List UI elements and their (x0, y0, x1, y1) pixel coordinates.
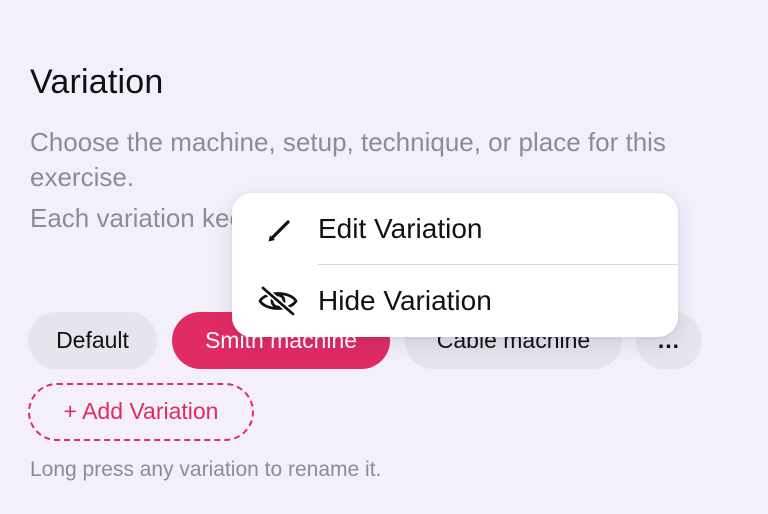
edit-variation-menu-item[interactable]: Edit Variation (232, 193, 678, 265)
add-variation-button[interactable]: + Add Variation (28, 383, 254, 441)
context-menu: Edit Variation Hide Variation (232, 193, 678, 337)
pencil-icon (258, 213, 298, 245)
rename-hint: Long press any variation to rename it. (30, 458, 382, 481)
eye-slash-icon (258, 285, 298, 317)
hide-variation-label: Hide Variation (318, 285, 492, 316)
hide-variation-menu-item[interactable]: Hide Variation (232, 265, 678, 337)
section-description: Choose the machine, setup, technique, or… (30, 127, 666, 192)
variation-chip-default[interactable]: Default (28, 312, 157, 369)
section-title: Variation (30, 63, 164, 101)
edit-variation-label: Edit Variation (318, 213, 483, 244)
